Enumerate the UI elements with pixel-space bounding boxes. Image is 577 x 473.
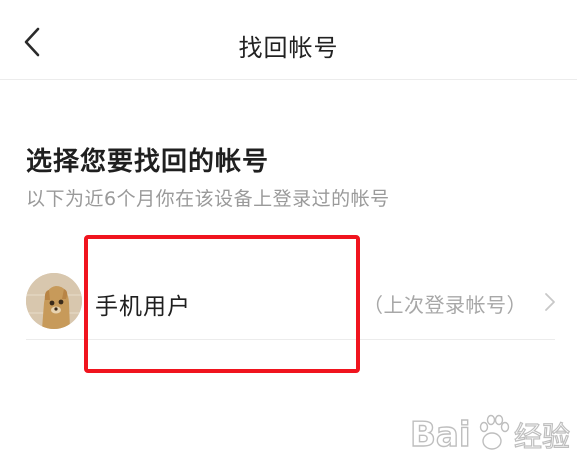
section-subtitle: 以下为近6个月你在该设备上登录过的帐号 — [26, 188, 390, 210]
last-login-label: （上次登录帐号） — [363, 293, 527, 317]
baidu-paw-logo-icon: Bai 经验 — [409, 414, 570, 455]
svg-text:经验: 经验 — [514, 420, 570, 453]
page-title: 找回帐号 — [238, 34, 339, 62]
divider — [26, 339, 555, 340]
chevron-right-icon — [545, 293, 555, 311]
cartoon-dog-avatar-icon — [26, 273, 82, 329]
svg-text:Bai: Bai — [410, 415, 471, 455]
section-title: 选择您要找回的帐号 — [26, 147, 270, 177]
watermark-logo: Bai 经验 — [409, 408, 575, 458]
account-name: 手机用户 — [95, 294, 191, 320]
avatar — [26, 273, 82, 329]
account-item[interactable]: 手机用户 （上次登录帐号） — [0, 265, 577, 340]
header-bar: 找回帐号 — [0, 0, 577, 80]
